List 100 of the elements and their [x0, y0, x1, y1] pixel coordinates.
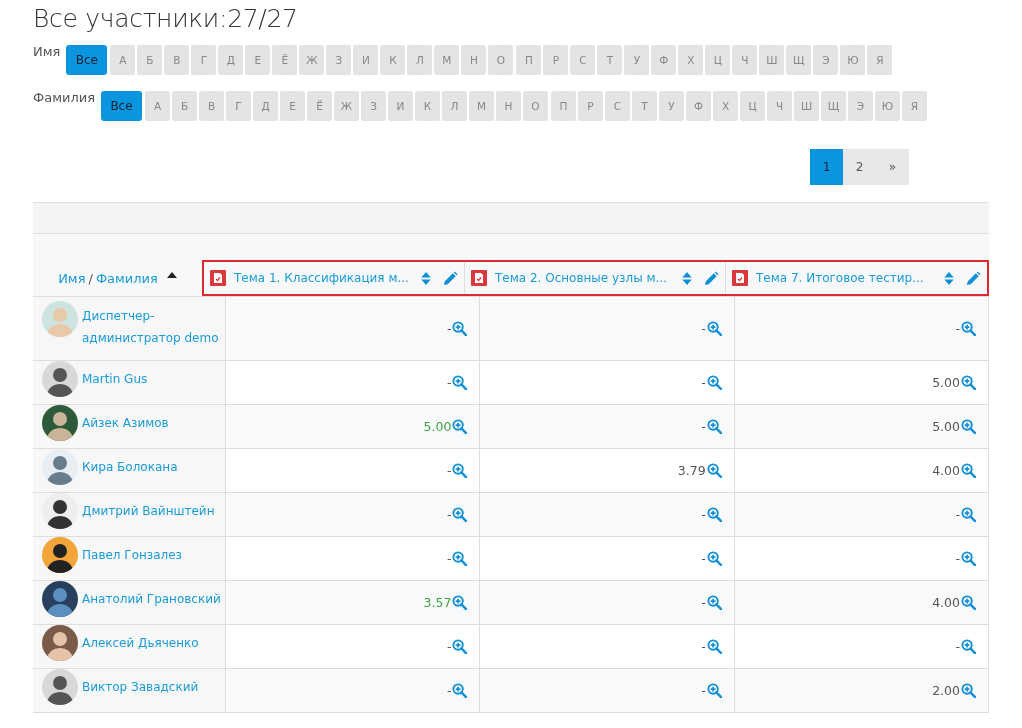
letter-filter-button[interactable]: М [434, 44, 460, 75]
zoom-in-icon[interactable] [706, 595, 722, 610]
page-button[interactable]: » [876, 149, 909, 185]
letter-filter-button[interactable]: У [659, 90, 684, 121]
letter-filter-button[interactable]: Е [245, 44, 271, 75]
letter-filter-button[interactable]: Все [101, 90, 142, 121]
letter-filter-button[interactable]: З [361, 90, 386, 121]
column-title-link[interactable]: Тема 2. Основные узлы м... [495, 271, 674, 285]
zoom-in-icon[interactable] [961, 321, 976, 336]
letter-filter-button[interactable]: Ж [299, 44, 325, 75]
letter-filter-button[interactable]: Т [632, 90, 657, 121]
user-name-link[interactable]: Martin Gus [82, 367, 148, 390]
last-name-sort-link[interactable]: Фамилия [95, 270, 158, 286]
zoom-in-icon[interactable] [452, 683, 468, 698]
letter-filter-button[interactable]: Д [253, 90, 278, 121]
letter-filter-button[interactable]: С [570, 44, 596, 75]
zoom-in-icon[interactable] [706, 683, 722, 698]
letter-filter-button[interactable]: Щ [786, 44, 812, 75]
zoom-in-icon[interactable] [452, 463, 468, 478]
letter-filter-button[interactable]: П [551, 90, 576, 121]
letter-filter-button[interactable]: Э [813, 44, 839, 75]
zoom-in-icon[interactable] [961, 507, 976, 522]
zoom-in-icon[interactable] [706, 639, 722, 654]
column-title-link[interactable]: Тема 7. Итоговое тестир... [756, 271, 936, 285]
zoom-in-icon[interactable] [452, 419, 468, 434]
letter-filter-button[interactable]: О [488, 44, 514, 75]
zoom-in-icon[interactable] [961, 551, 976, 566]
edit-pencil-icon[interactable] [443, 270, 458, 286]
letter-filter-button[interactable]: В [164, 44, 190, 75]
letter-filter-button[interactable]: Ф [651, 44, 677, 75]
letter-filter-button[interactable]: К [415, 90, 440, 121]
edit-pencil-icon[interactable] [704, 270, 719, 286]
letter-filter-button[interactable]: Р [578, 90, 603, 121]
letter-filter-button[interactable]: Л [442, 90, 467, 121]
letter-filter-button[interactable]: Э [848, 90, 873, 121]
zoom-in-icon[interactable] [706, 463, 722, 478]
sort-icon[interactable] [421, 270, 431, 286]
letter-filter-button[interactable]: Х [713, 90, 738, 121]
zoom-in-icon[interactable] [706, 321, 722, 336]
letter-filter-button[interactable]: А [110, 44, 136, 75]
edit-pencil-icon[interactable] [966, 270, 981, 286]
letter-filter-button[interactable]: Д [218, 44, 244, 75]
letter-filter-button[interactable]: Б [172, 90, 197, 121]
zoom-in-icon[interactable] [452, 595, 468, 610]
letter-filter-button[interactable]: Все [66, 44, 108, 75]
zoom-in-icon[interactable] [452, 321, 468, 336]
letter-filter-button[interactable]: А [145, 90, 170, 121]
column-title-link[interactable]: Тема 1. Классификация м... [234, 271, 413, 285]
letter-filter-button[interactable]: О [523, 90, 548, 121]
letter-filter-button[interactable]: П [516, 44, 542, 75]
letter-filter-button[interactable]: Г [226, 90, 251, 121]
zoom-in-icon[interactable] [452, 639, 468, 654]
letter-filter-button[interactable]: Ю [840, 44, 866, 75]
letter-filter-button[interactable]: И [353, 44, 379, 75]
zoom-in-icon[interactable] [706, 419, 722, 434]
letter-filter-button[interactable]: Х [678, 44, 704, 75]
letter-filter-button[interactable]: М [469, 90, 494, 121]
zoom-in-icon[interactable] [961, 639, 976, 654]
letter-filter-button[interactable]: Р [543, 44, 569, 75]
letter-filter-button[interactable]: Щ [821, 90, 846, 121]
zoom-in-icon[interactable] [706, 551, 722, 566]
letter-filter-button[interactable]: Я [867, 44, 893, 75]
letter-filter-button[interactable]: Ш [759, 44, 785, 75]
letter-filter-button[interactable]: Н [496, 90, 521, 121]
first-name-sort-link[interactable]: Имя [58, 270, 86, 286]
letter-filter-button[interactable]: Ю [875, 90, 900, 121]
zoom-in-icon[interactable] [961, 683, 976, 698]
letter-filter-button[interactable]: У [624, 44, 650, 75]
letter-filter-button[interactable]: Ф [686, 90, 711, 121]
letter-filter-button[interactable]: Ш [794, 90, 819, 121]
zoom-in-icon[interactable] [706, 507, 722, 522]
zoom-in-icon[interactable] [452, 551, 468, 566]
letter-filter-button[interactable]: Т [597, 44, 623, 75]
letter-filter-button[interactable]: Г [191, 44, 217, 75]
sort-icon[interactable] [944, 270, 954, 286]
letter-filter-button[interactable]: Я [902, 90, 927, 121]
letter-filter-button[interactable]: И [388, 90, 413, 121]
letter-filter-button[interactable]: Ц [705, 44, 731, 75]
letter-filter-button[interactable]: Ч [732, 44, 758, 75]
page-button[interactable]: 1 [810, 149, 843, 185]
letter-filter-button[interactable]: Ц [740, 90, 765, 121]
zoom-in-icon[interactable] [961, 419, 976, 434]
letter-filter-button[interactable]: Ч [767, 90, 792, 121]
zoom-in-icon[interactable] [961, 463, 976, 478]
zoom-in-icon[interactable] [452, 507, 468, 522]
sort-icon[interactable] [682, 270, 692, 286]
letter-filter-button[interactable]: Ё [307, 90, 332, 121]
letter-filter-button[interactable]: К [380, 44, 406, 75]
letter-filter-button[interactable]: Б [137, 44, 163, 75]
page-button[interactable]: 2 [843, 149, 876, 185]
letter-filter-button[interactable]: Ж [334, 90, 359, 121]
letter-filter-button[interactable]: С [605, 90, 630, 121]
letter-filter-button[interactable]: З [326, 44, 352, 75]
zoom-in-icon[interactable] [706, 375, 722, 390]
zoom-in-icon[interactable] [961, 375, 976, 390]
letter-filter-button[interactable]: Е [280, 90, 305, 121]
letter-filter-button[interactable]: Л [407, 44, 433, 75]
zoom-in-icon[interactable] [961, 595, 976, 610]
letter-filter-button[interactable]: Ё [272, 44, 298, 75]
letter-filter-button[interactable]: Н [461, 44, 487, 75]
